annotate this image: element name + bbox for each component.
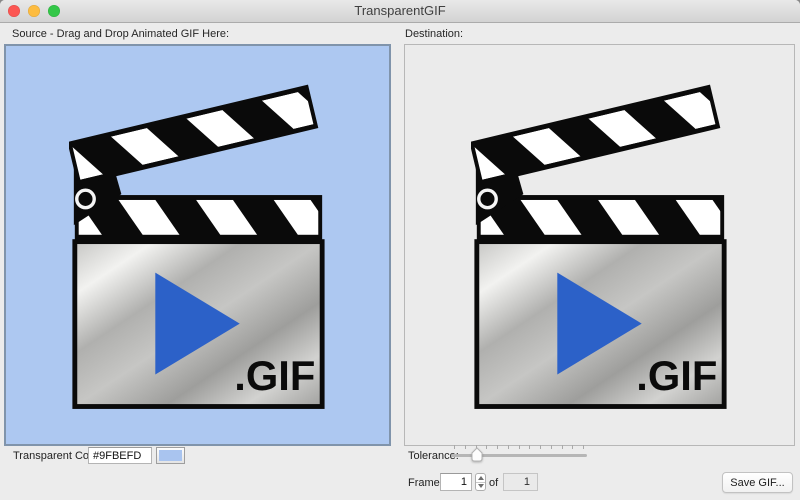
chevron-up-icon: [478, 476, 484, 480]
frame-input[interactable]: [440, 473, 472, 491]
titlebar[interactable]: TransparentGIF: [0, 0, 800, 23]
frame-of-label: of: [489, 477, 498, 489]
frame-label: Frame:: [408, 477, 443, 489]
minimize-button[interactable]: [28, 5, 40, 17]
gif-clapperboard-icon: [69, 79, 327, 412]
window-title: TransparentGIF: [0, 0, 800, 22]
app-window: .GIF TransparentGIF Source - Drag and Dr…: [0, 0, 800, 500]
color-swatch: [159, 450, 182, 461]
source-label: Source - Drag and Drop Animated GIF Here…: [12, 28, 229, 40]
transparent-color-input[interactable]: [88, 447, 152, 464]
stepper-up-button[interactable]: [476, 474, 485, 483]
destination-label: Destination:: [405, 28, 463, 40]
source-drop-panel[interactable]: [4, 44, 391, 446]
color-well-button[interactable]: [156, 447, 185, 464]
frame-total-field: 1: [503, 473, 538, 491]
zoom-button[interactable]: [48, 5, 60, 17]
close-button[interactable]: [8, 5, 20, 17]
save-gif-button[interactable]: Save GIF...: [722, 472, 793, 493]
tolerance-slider[interactable]: [451, 443, 587, 465]
frame-stepper[interactable]: [475, 473, 486, 491]
destination-panel: [404, 44, 795, 446]
chevron-down-icon: [478, 484, 484, 488]
tolerance-slider-knob[interactable]: [470, 447, 483, 467]
stepper-down-button[interactable]: [476, 483, 485, 491]
gif-clapperboard-icon: [471, 79, 729, 412]
